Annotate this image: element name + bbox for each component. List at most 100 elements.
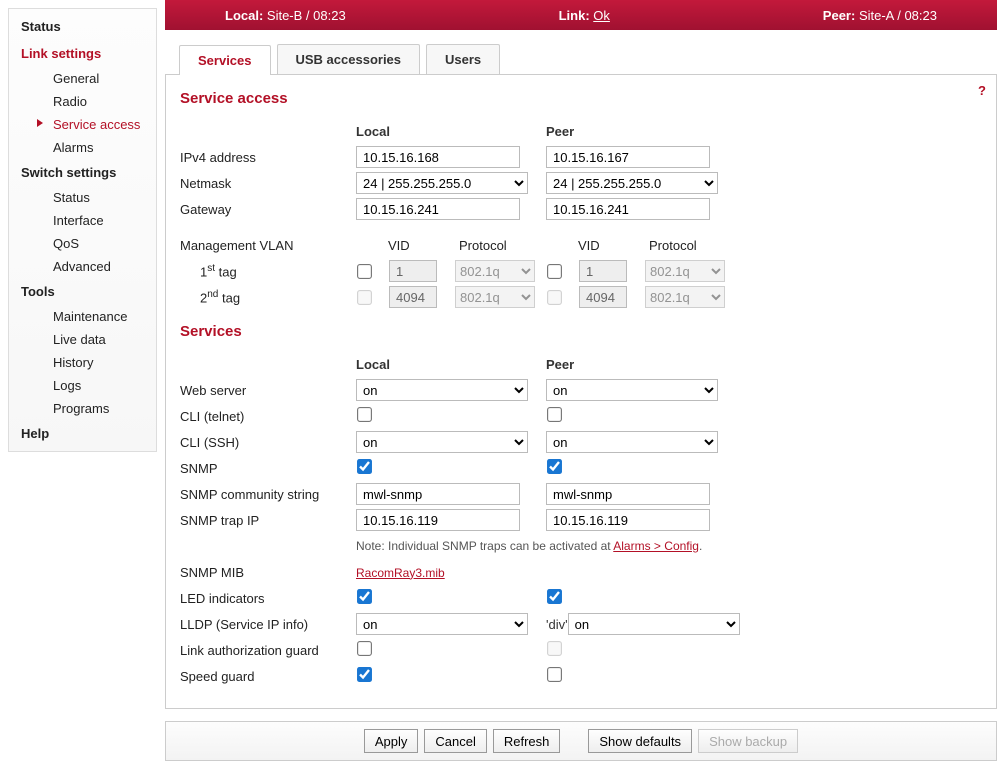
webserver-peer-select[interactable]: on xyxy=(546,379,718,401)
lldp-local-select[interactable]: on xyxy=(356,613,528,635)
snmp-note: Note: Individual SNMP traps can be activ… xyxy=(356,539,702,553)
label-snmp-mib: SNMP MIB xyxy=(180,565,356,580)
led-local-checkbox[interactable] xyxy=(357,589,372,604)
netmask-peer-select[interactable]: 24 | 255.255.255.0 xyxy=(546,172,718,194)
tag1-proto-local-select: 802.1q xyxy=(455,260,535,282)
nav-maintenance[interactable]: Maintenance xyxy=(9,305,156,328)
col-header-local: Local xyxy=(356,124,546,139)
label-cli-telnet: CLI (telnet) xyxy=(180,409,356,424)
gateway-peer-input[interactable] xyxy=(546,198,710,220)
nav-sw-qos[interactable]: QoS xyxy=(9,232,156,255)
gateway-local-input[interactable] xyxy=(356,198,520,220)
show-defaults-button[interactable]: Show defaults xyxy=(588,729,692,753)
nav-general[interactable]: General xyxy=(9,67,156,90)
help-icon[interactable]: ? xyxy=(978,83,986,98)
header-protocol-peer: Protocol xyxy=(649,238,697,253)
topbar-link-label: Link: xyxy=(559,8,594,23)
cancel-button[interactable]: Cancel xyxy=(424,729,486,753)
section-service-access: Service access xyxy=(180,90,982,107)
label-netmask: Netmask xyxy=(180,176,356,191)
cli-telnet-peer-checkbox[interactable] xyxy=(547,407,562,422)
nav-radio[interactable]: Radio xyxy=(9,90,156,113)
tag2-vid-local-input xyxy=(389,286,437,308)
tag1-vid-peer-input xyxy=(579,260,627,282)
webserver-local-select[interactable]: on xyxy=(356,379,528,401)
refresh-button[interactable]: Refresh xyxy=(493,729,561,753)
ipv4-local-input[interactable] xyxy=(356,146,520,168)
cli-ssh-local-select[interactable]: on xyxy=(356,431,528,453)
tag1-peer-checkbox[interactable] xyxy=(547,264,562,279)
label-snmp-trap: SNMP trap IP xyxy=(180,513,356,528)
label-mgmt-vlan: Management VLAN xyxy=(180,238,356,253)
snmp-note-link[interactable]: Alarms > Config xyxy=(613,539,699,553)
lldp-peer-select[interactable]: on xyxy=(568,613,740,635)
ipv4-peer-input[interactable] xyxy=(546,146,710,168)
snmp-peer-checkbox[interactable] xyxy=(547,459,562,474)
nav-sw-interface[interactable]: Interface xyxy=(9,209,156,232)
snmp-comm-peer-input[interactable] xyxy=(546,483,710,505)
snmp-trap-peer-input[interactable] xyxy=(546,509,710,531)
col-header-peer-2: Peer xyxy=(546,357,736,372)
header-vid-peer: VID xyxy=(578,238,649,253)
nav-help[interactable]: Help xyxy=(9,420,156,447)
section-services: Services xyxy=(180,323,982,340)
tab-usb[interactable]: USB accessories xyxy=(277,44,421,74)
speed-peer-checkbox[interactable] xyxy=(547,667,562,682)
label-lldp: LLDP (Service IP info) xyxy=(180,617,356,632)
cli-ssh-peer-select[interactable]: on xyxy=(546,431,718,453)
snmp-trap-local-input[interactable] xyxy=(356,509,520,531)
tag2-peer-checkbox xyxy=(547,290,562,305)
label-cli-ssh: CLI (SSH) xyxy=(180,435,356,450)
nav-switch-settings[interactable]: Switch settings xyxy=(9,159,156,186)
snmp-comm-local-input[interactable] xyxy=(356,483,520,505)
button-bar: Apply Cancel Refresh Show defaults Show … xyxy=(165,721,997,761)
label-snmp-comm: SNMP community string xyxy=(180,487,356,502)
nav-logs[interactable]: Logs xyxy=(9,374,156,397)
show-backup-button: Show backup xyxy=(698,729,798,753)
nav-link-settings[interactable]: Link settings xyxy=(9,40,156,67)
tag2-proto-local-select: 802.1q xyxy=(455,286,535,308)
label-ipv4: IPv4 address xyxy=(180,150,356,165)
topbar-local-value: Site-B / 08:23 xyxy=(267,8,346,23)
link-status-bar: Local: Site-B / 08:23 Link: Ok Peer: Sit… xyxy=(165,0,997,30)
tag1-proto-peer-select: 802.1q xyxy=(645,260,725,282)
apply-button[interactable]: Apply xyxy=(364,729,419,753)
nav-service-access[interactable]: Service access xyxy=(9,113,156,136)
linkauth-peer-checkbox xyxy=(547,641,562,656)
cli-telnet-local-checkbox[interactable] xyxy=(357,407,372,422)
nav-history[interactable]: History xyxy=(9,351,156,374)
topbar-peer-value: Site-A / 08:23 xyxy=(859,8,937,23)
tag2-local-checkbox xyxy=(357,290,372,305)
tab-services[interactable]: Services xyxy=(179,45,271,75)
topbar-link-value[interactable]: Ok xyxy=(593,8,610,23)
nav-status[interactable]: Status xyxy=(9,13,156,40)
snmp-local-checkbox[interactable] xyxy=(357,459,372,474)
tag1-vid-local-input xyxy=(389,260,437,282)
label-led: LED indicators xyxy=(180,591,356,606)
nav-live-data[interactable]: Live data xyxy=(9,328,156,351)
label-webserver: Web server xyxy=(180,383,356,398)
header-protocol-local: Protocol xyxy=(459,238,507,253)
label-gateway: Gateway xyxy=(180,202,356,217)
label-tag2: 2nd tag xyxy=(180,289,356,305)
topbar-local-label: Local: xyxy=(225,8,267,23)
col-header-peer: Peer xyxy=(546,124,736,139)
nav-programs[interactable]: Programs xyxy=(9,397,156,420)
label-snmp: SNMP xyxy=(180,461,356,476)
nav-alarms[interactable]: Alarms xyxy=(9,136,156,159)
nav-sw-advanced[interactable]: Advanced xyxy=(9,255,156,278)
snmp-mib-link[interactable]: RacomRay3.mib xyxy=(356,566,445,580)
tag2-proto-peer-select: 802.1q xyxy=(645,286,725,308)
label-linkauth: Link authorization guard xyxy=(180,643,356,658)
led-peer-checkbox[interactable] xyxy=(547,589,562,604)
nav-tools[interactable]: Tools xyxy=(9,278,156,305)
linkauth-local-checkbox[interactable] xyxy=(357,641,372,656)
tag1-local-checkbox[interactable] xyxy=(357,264,372,279)
speed-local-checkbox[interactable] xyxy=(357,667,372,682)
label-tag1: 1st tag xyxy=(180,263,356,279)
tab-users[interactable]: Users xyxy=(426,44,500,74)
topbar-peer-label: Peer: xyxy=(823,8,859,23)
netmask-local-select[interactable]: 24 | 255.255.255.0 xyxy=(356,172,528,194)
nav-sw-status[interactable]: Status xyxy=(9,186,156,209)
header-vid-local: VID xyxy=(388,238,459,253)
